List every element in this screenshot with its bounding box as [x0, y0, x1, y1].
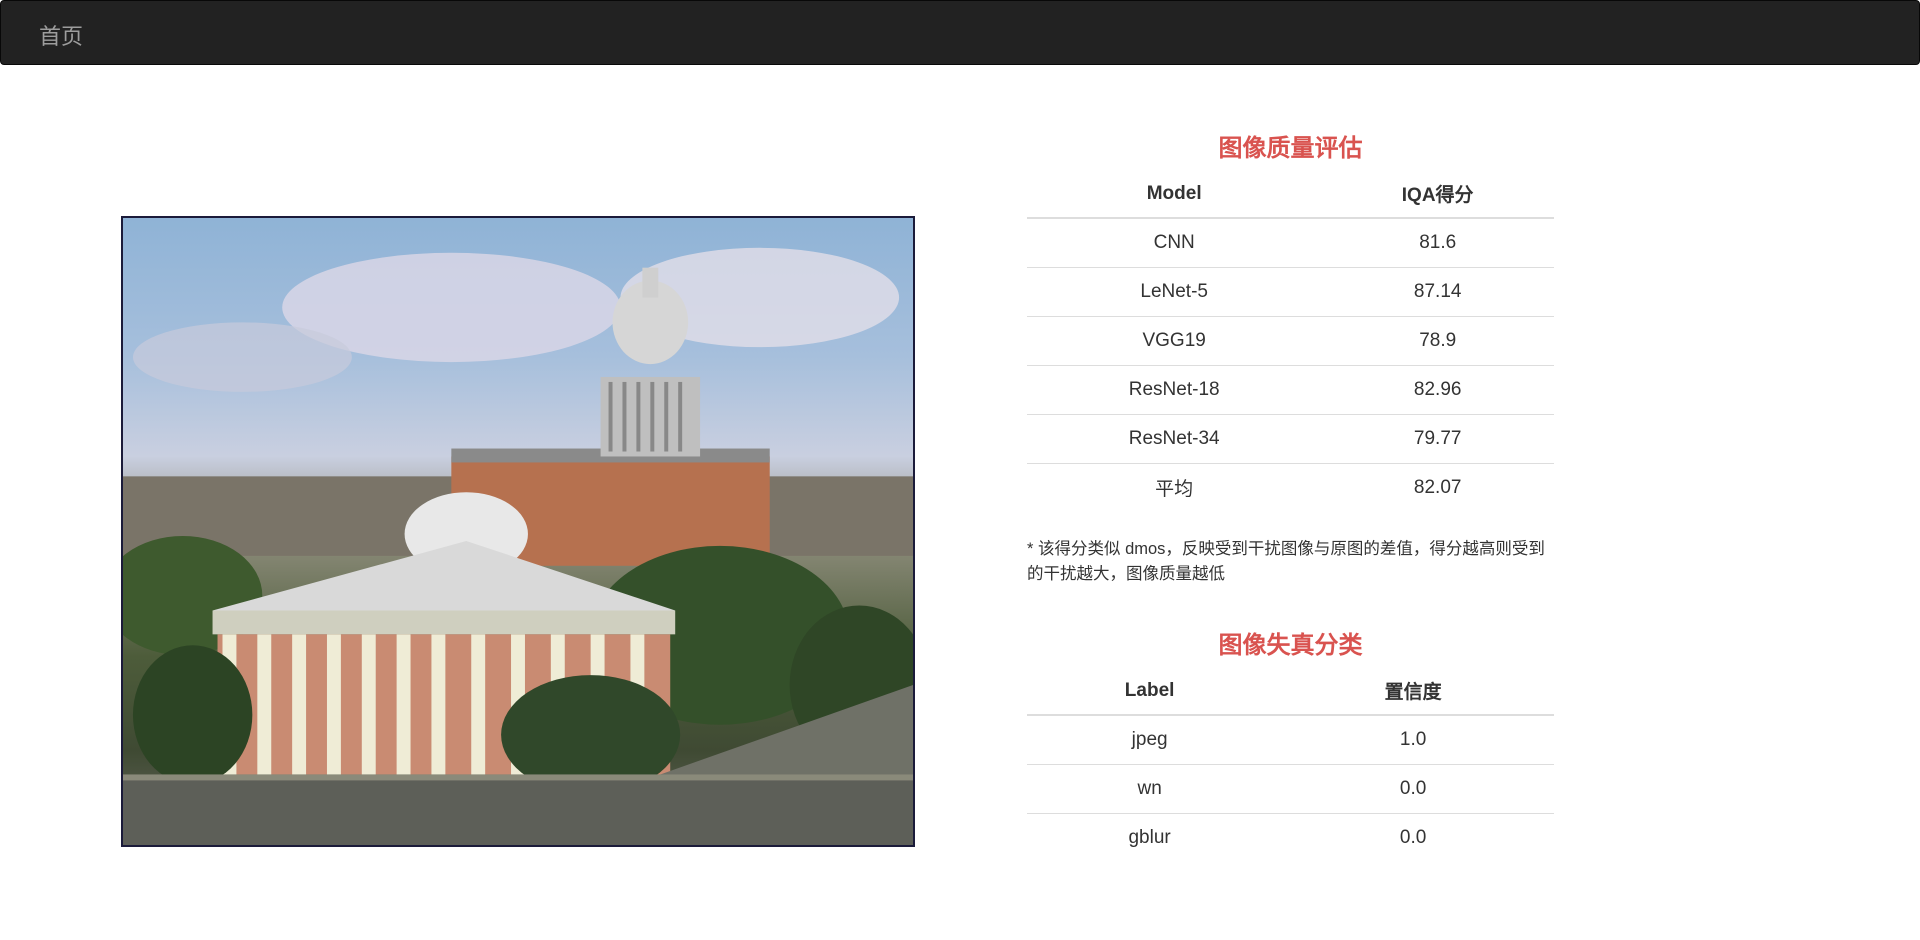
distortion-title: 图像失真分类 — [1218, 632, 1363, 659]
distortion-label: gblur — [1027, 812, 1273, 862]
building-photo — [123, 247, 913, 845]
distortion-confidence: 0.0 — [1272, 812, 1554, 862]
iqa-score: 81.6 — [1419, 231, 1457, 253]
distortion-confidence: 0.0 — [1272, 763, 1554, 813]
iqa-header-model: Model — [1027, 170, 1322, 219]
distortion-label: wn — [1027, 763, 1273, 813]
iqa-model: ResNet-34 — [1027, 413, 1322, 463]
iqa-score: 79.77 — [1321, 413, 1554, 463]
iqa-table: Model IQA得分 CNN 81.6 LeNet-5 87.14 VGG19… — [1027, 170, 1554, 512]
distortion-row: gblur 0.0 — [1027, 812, 1554, 862]
distortion-row: wn 0.0 — [1027, 763, 1554, 813]
iqa-header-score: IQA得分 — [1321, 170, 1554, 219]
iqa-model: ResNet-18 — [1027, 364, 1322, 414]
iqa-score: 82.96 — [1321, 364, 1554, 414]
top-navbar: 首页 — [0, 0, 1920, 65]
distortion-header-label: Label — [1027, 667, 1273, 716]
iqa-score: 87.14 — [1321, 266, 1554, 316]
home-link[interactable]: 首页 — [39, 19, 83, 51]
iqa-model: LeNet-5 — [1027, 266, 1322, 316]
iqa-row: ResNet-34 79.77 — [1027, 413, 1554, 463]
iqa-note: * 该得分类似 dmos，反映受到干扰图像与原图的差值，得分越高则受到的干扰越大… — [1027, 540, 1545, 583]
iqa-score: 78.9 — [1321, 315, 1554, 365]
distortion-confidence: 1.0 — [1399, 728, 1427, 750]
iqa-row: VGG19 78.9 — [1027, 315, 1554, 365]
iqa-model: VGG19 — [1027, 315, 1322, 365]
iqa-row-average: 平均 82.07 — [1027, 462, 1554, 512]
iqa-header-row: Model IQA得分 — [1027, 170, 1554, 219]
iqa-score: 82.07 — [1321, 462, 1554, 512]
distortion-label: jpeg — [1131, 728, 1168, 750]
distortion-header-row: Label 置信度 — [1027, 667, 1554, 716]
iqa-model: CNN — [1153, 231, 1195, 253]
iqa-title: 图像质量评估 — [1218, 135, 1363, 162]
iqa-row: LeNet-5 87.14 — [1027, 266, 1554, 316]
distortion-header-confidence: 置信度 — [1272, 667, 1554, 716]
distortion-row: jpeg 1.0 — [1027, 715, 1554, 764]
iqa-row: CNN 81.6 — [1027, 218, 1554, 267]
iqa-model: 平均 — [1027, 462, 1322, 512]
input-image — [121, 216, 915, 847]
distortion-table: Label 置信度 jpeg 1.0 wn 0.0 gblur 0.0 — [1027, 667, 1554, 862]
iqa-row: ResNet-18 82.96 — [1027, 364, 1554, 414]
